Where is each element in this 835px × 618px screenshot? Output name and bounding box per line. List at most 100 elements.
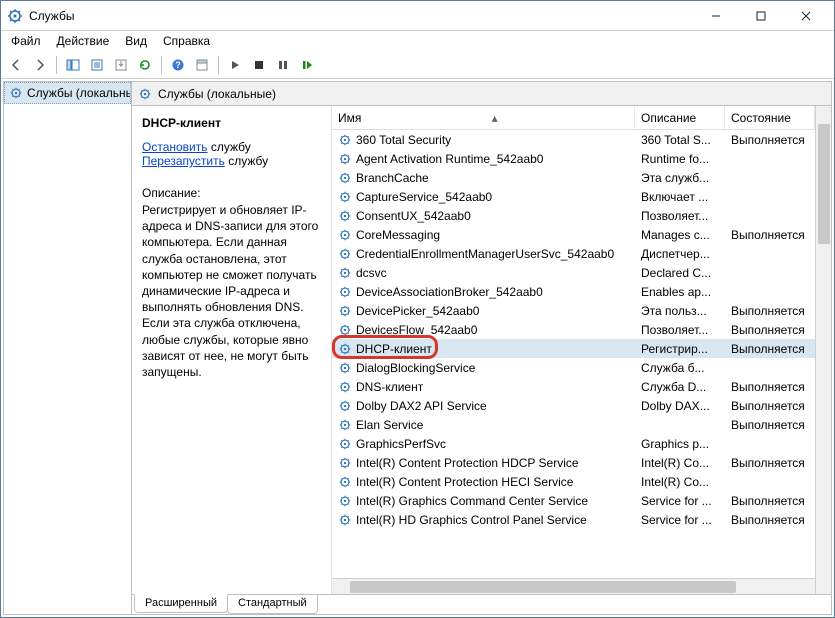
column-header-description[interactable]: Описание <box>635 106 725 129</box>
service-description: Служба б... <box>635 361 725 375</box>
service-description: Enables ap... <box>635 285 725 299</box>
restart-service-line: Перезапустить службу <box>142 154 321 168</box>
gear-icon <box>338 513 352 527</box>
service-row[interactable]: dcsvcDeclared C... <box>332 263 815 282</box>
gear-icon <box>9 86 23 100</box>
selected-service-name: DHCP-клиент <box>142 116 321 130</box>
gear-icon <box>338 247 352 261</box>
service-row[interactable]: DHCP-клиентРегистрир...Выполняется <box>332 339 815 358</box>
gear-icon <box>338 437 352 451</box>
stop-service-link[interactable]: Остановить <box>142 140 208 154</box>
show-hide-tree-button[interactable] <box>62 54 84 76</box>
description-text: Регистрирует и обновляет IP-адреса и DNS… <box>142 202 321 380</box>
tree-node-services-local[interactable]: Службы (локальные) <box>4 82 131 104</box>
service-description: Позволяет... <box>635 209 725 223</box>
right-pane-title: Службы (локальные) <box>158 87 276 101</box>
service-row[interactable]: Dolby DAX2 API ServiceDolby DAX...Выполн… <box>332 396 815 415</box>
service-state: Выполняется <box>725 456 815 470</box>
service-description: Диспетчер... <box>635 247 725 261</box>
service-state: Выполняется <box>725 228 815 242</box>
service-row[interactable]: DNS-клиентСлужба D...Выполняется <box>332 377 815 396</box>
service-row[interactable]: Intel(R) HD Graphics Control Panel Servi… <box>332 510 815 529</box>
service-row[interactable]: Agent Activation Runtime_542aab0Runtime … <box>332 149 815 168</box>
service-name: dcsvc <box>356 266 387 280</box>
vertical-scrollbar[interactable] <box>815 106 831 594</box>
help-button[interactable]: ? <box>167 54 189 76</box>
tab-standard[interactable]: Стандартный <box>227 595 318 614</box>
forward-button[interactable] <box>29 54 51 76</box>
service-name: DevicePicker_542aab0 <box>356 304 479 318</box>
gear-icon <box>338 361 352 375</box>
service-row[interactable]: 360 Total Security360 Total S...Выполняе… <box>332 130 815 149</box>
menu-help[interactable]: Справка <box>157 32 216 50</box>
gear-icon <box>338 380 352 394</box>
service-description: Manages c... <box>635 228 725 242</box>
column-header-name[interactable]: Имя ▴ <box>332 106 635 129</box>
service-row[interactable]: Elan ServiceВыполняется <box>332 415 815 434</box>
back-button[interactable] <box>5 54 27 76</box>
service-description: Service for ... <box>635 494 725 508</box>
service-row[interactable]: DialogBlockingService Служба б... <box>332 358 815 377</box>
service-row[interactable]: Intel(R) Graphics Command Center Service… <box>332 491 815 510</box>
horizontal-scrollbar[interactable] <box>332 578 815 594</box>
service-name: Intel(R) Content Protection HECI Service <box>356 475 573 489</box>
service-name: DialogBlockingService <box>356 361 475 375</box>
restart-service-button[interactable] <box>296 54 318 76</box>
refresh-button[interactable] <box>134 54 156 76</box>
service-description: Dolby DAX... <box>635 399 725 413</box>
tree-node-label: Службы (локальные) <box>27 86 131 100</box>
menubar: Файл Действие Вид Справка <box>1 31 834 51</box>
service-state: Выполняется <box>725 133 815 147</box>
service-description: Service for ... <box>635 513 725 527</box>
service-name: Intel(R) Content Protection HDCP Service <box>356 456 579 470</box>
menu-action[interactable]: Действие <box>51 32 116 50</box>
menu-view[interactable]: Вид <box>119 32 153 50</box>
stop-service-button[interactable] <box>248 54 270 76</box>
close-button[interactable] <box>783 2 828 30</box>
right-pane-header: Службы (локальные) <box>132 82 831 106</box>
service-row[interactable]: ConsentUX_542aab0 Позволяет... <box>332 206 815 225</box>
service-description: Служба D... <box>635 380 725 394</box>
service-description: Позволяет... <box>635 323 725 337</box>
start-service-button[interactable] <box>224 54 246 76</box>
menu-file[interactable]: Файл <box>5 32 47 50</box>
gear-icon <box>338 323 352 337</box>
service-row[interactable]: BranchCacheЭта служб... <box>332 168 815 187</box>
service-state: Выполняется <box>725 304 815 318</box>
toolbar-separator <box>56 56 57 74</box>
service-name: Intel(R) HD Graphics Control Panel Servi… <box>356 513 587 527</box>
service-state: Выполняется <box>725 513 815 527</box>
service-row[interactable]: DevicePicker_542aab0Эта польз...Выполняе… <box>332 301 815 320</box>
gear-icon <box>338 228 352 242</box>
service-row[interactable]: DevicesFlow_542aab0Позволяет...Выполняет… <box>332 320 815 339</box>
gear-icon <box>338 152 352 166</box>
gear-icon <box>338 399 352 413</box>
service-name: 360 Total Security <box>356 133 451 147</box>
sort-indicator-icon: ▴ <box>492 111 498 125</box>
service-row[interactable]: DeviceAssociationBroker_542aab0Enables a… <box>332 282 815 301</box>
service-description: Регистрир... <box>635 342 725 356</box>
restart-service-link[interactable]: Перезапустить <box>142 154 225 168</box>
export-button[interactable] <box>110 54 132 76</box>
service-row[interactable]: CoreMessagingManages c...Выполняется <box>332 225 815 244</box>
service-name: ConsentUX_542aab0 <box>356 209 471 223</box>
minimize-button[interactable] <box>693 2 738 30</box>
properties-button[interactable] <box>86 54 108 76</box>
service-row[interactable]: CaptureService_542aab0Включает ... <box>332 187 815 206</box>
gear-icon <box>338 171 352 185</box>
maximize-button[interactable] <box>738 2 783 30</box>
column-header-state[interactable]: Состояние <box>725 106 815 129</box>
service-state: Выполняется <box>725 494 815 508</box>
pause-service-button[interactable] <box>272 54 294 76</box>
gear-icon <box>338 456 352 470</box>
service-row[interactable]: Intel(R) Content Protection HECI Service… <box>332 472 815 491</box>
service-row[interactable]: Intel(R) Content Protection HDCP Service… <box>332 453 815 472</box>
description-label: Описание: <box>142 186 321 200</box>
tab-extended[interactable]: Расширенный <box>134 594 228 613</box>
service-row[interactable]: GraphicsPerfSvcGraphics p... <box>332 434 815 453</box>
service-name: CaptureService_542aab0 <box>356 190 492 204</box>
properties-sheet-button[interactable] <box>191 54 213 76</box>
service-row[interactable]: CredentialEnrollmentManagerUserSvc_542aa… <box>332 244 815 263</box>
gear-icon <box>138 87 152 101</box>
gear-icon <box>338 494 352 508</box>
